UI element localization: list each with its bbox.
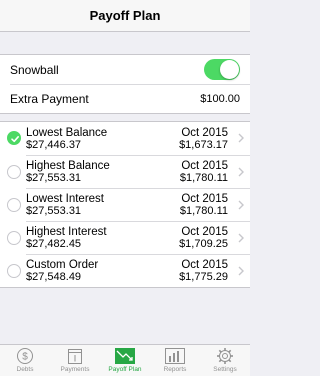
plan-amount: $27,482.45 [26,238,82,250]
plan-name: Custom Order [26,259,99,271]
payoff-plan-list: Lowest Balance $27,446.37 Oct 2015 $1,67… [0,121,250,288]
checkmark-icon[interactable] [7,131,21,145]
tab-payments[interactable]: Payments [50,345,100,376]
page-title: Payoff Plan [89,8,161,23]
plan-row-lowest-interest[interactable]: Lowest Interest $27,553.31 Oct 2015 $1,7… [7,188,250,221]
chevron-right-icon [238,233,244,243]
dollar-coin-icon: $ [17,348,33,364]
tab-bar: $ Debts Payments Payoff Plan Reports Set… [0,344,250,376]
plan-amount: $27,446.37 [26,138,82,151]
chevron-right-icon [238,167,244,177]
tab-reports[interactable]: Reports [150,345,200,376]
plan-date: Oct 2015 [181,259,228,271]
snowball-label: Snowball [10,62,59,77]
plan-row-lowest-balance[interactable]: Lowest Balance $27,446.37 Oct 2015 $1,67… [0,122,250,155]
extra-payment-value: $100.00 [200,93,240,105]
tab-label: Payoff Plan [108,366,142,373]
navigation-bar: Payoff Plan [0,0,250,32]
snowball-toggle[interactable] [204,59,240,80]
snowball-row[interactable]: Snowball [0,55,250,84]
plan-payment: $1,780.11 [179,172,228,184]
plan-date: Oct 2015 [181,193,228,205]
toggle-knob [220,60,239,79]
tab-label: Debts [16,366,34,373]
radio-icon[interactable] [7,198,21,212]
extra-payment-label: Extra Payment [10,92,89,106]
plan-row-highest-balance[interactable]: Highest Balance $27,553.31 Oct 2015 $1,7… [7,155,250,188]
plan-payment: $1,673.17 [179,138,228,151]
tab-payoff-plan[interactable]: Payoff Plan [100,345,150,376]
tab-label: Reports [163,366,187,373]
plan-name: Lowest Interest [26,193,104,205]
plan-name: Highest Interest [26,226,107,238]
plan-payment: $1,775.29 [179,271,228,283]
plan-name: Highest Balance [26,160,110,172]
chevron-right-icon [238,200,244,210]
plan-row-custom-order[interactable]: Custom Order $27,548.49 Oct 2015 $1,775.… [7,254,250,287]
radio-icon[interactable] [7,264,21,278]
app-screen: Payoff Plan Snowball Extra Payment $100.… [0,0,250,376]
tab-settings[interactable]: Settings [200,345,250,376]
plan-amount: $27,553.31 [26,205,82,217]
chevron-right-icon [238,266,244,276]
plan-date: Oct 2015 [181,126,228,139]
svg-text:$: $ [22,352,28,363]
plan-amount: $27,553.31 [26,172,82,184]
tab-label: Settings [213,366,237,373]
extra-payment-row[interactable]: Extra Payment $100.00 [10,84,250,113]
plan-amount: $27,548.49 [26,271,82,283]
plan-payment: $1,709.25 [179,238,228,250]
tab-debts[interactable]: $ Debts [0,345,50,376]
trend-down-icon [115,348,135,364]
plan-row-highest-interest[interactable]: Highest Interest $27,482.45 Oct 2015 $1,… [7,221,250,254]
plan-date: Oct 2015 [181,160,228,172]
radio-icon[interactable] [7,165,21,179]
radio-icon[interactable] [7,231,21,245]
plan-name: Lowest Balance [26,126,108,139]
bar-chart-icon [165,348,185,364]
gear-icon [217,348,233,364]
tab-label: Payments [60,366,90,373]
plan-date: Oct 2015 [181,226,228,238]
plan-payment: $1,780.11 [179,205,228,217]
settings-group: Snowball Extra Payment $100.00 [0,54,250,114]
chevron-right-icon [238,133,244,143]
calendar-icon [68,349,82,364]
